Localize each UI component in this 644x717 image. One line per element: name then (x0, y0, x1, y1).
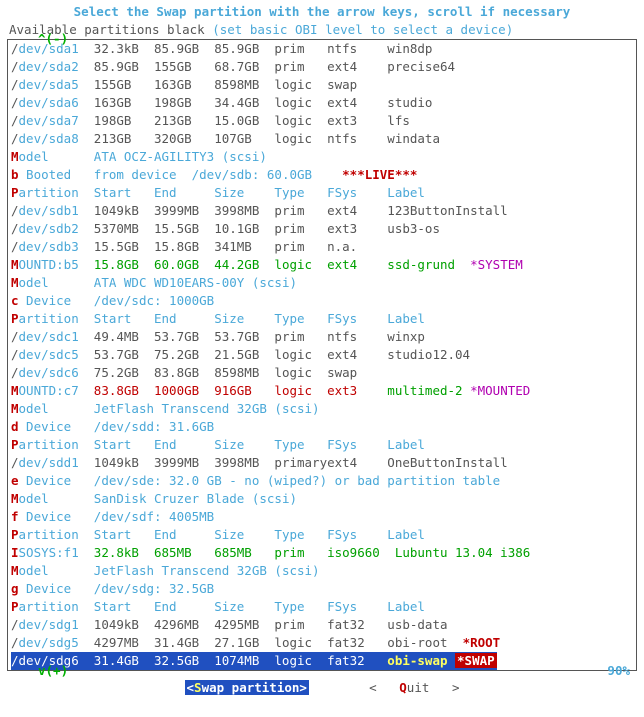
device-row: f Device /dev/sdf: 4005MB (11, 508, 633, 526)
device-row: e Device /dev/sde: 32.0 GB - no (wiped?)… (11, 472, 633, 490)
mounted-row: MOUNTD:b5 15.8GB 60.0GB 44.2GB logic ext… (11, 256, 633, 274)
partition-row[interactable]: /dev/sda5 155GB 163GB 8598MB logic swap (11, 76, 633, 94)
subtitle: Available partitions black (set basic OB… (3, 21, 641, 39)
angle-left-icon: < (187, 680, 195, 695)
partition-row[interactable]: /dev/sda6 163GB 198GB 34.4GB logic ext4 … (11, 94, 633, 112)
column-headers: Partition Start End Size Type FSys Label (11, 526, 633, 544)
quit-button[interactable]: < Quit > (369, 680, 459, 695)
angle-right-icon: > (452, 680, 460, 695)
partition-row[interactable]: /dev/sdd1 1049kB 3999MB 3998MB primaryex… (11, 454, 633, 472)
device-row: d Device /dev/sdd: 31.6GB (11, 418, 633, 436)
model-row: Model JetFlash Transcend 32GB (scsi) (11, 562, 633, 580)
partition-row[interactable]: /dev/sdb2 5370MB 15.5GB 10.1GB prim ext3… (11, 220, 633, 238)
scroll-up-indicator[interactable]: ^(-) (38, 30, 68, 48)
partition-row[interactable]: /dev/sdb1 1049kB 3999MB 3998MB prim ext4… (11, 202, 633, 220)
partition-row[interactable]: /dev/sdc1 49.4MB 53.7GB 53.7GB prim ntfs… (11, 328, 633, 346)
selected-partition-row[interactable]: /dev/sdg6 31.4GB 32.5GB 1074MB logic fat… (11, 652, 633, 670)
button-bar: <Swap partition> < Quit > (3, 679, 641, 697)
partition-list-frame: ^(-) /dev/sda1 32.3kB 85.9GB 85.9GB prim… (7, 39, 637, 671)
angle-left-icon: < (369, 680, 377, 695)
swap-partition-button[interactable]: <Swap partition> (185, 680, 309, 695)
partition-row[interactable]: /dev/sda7 198GB 213GB 15.0GB logic ext3 … (11, 112, 633, 130)
model-row: Model ATA WDC WD10EARS-00Y (scsi) (11, 274, 633, 292)
partition-row[interactable]: /dev/sda1 32.3kB 85.9GB 85.9GB prim ntfs… (11, 40, 633, 58)
hotkey-s: S (194, 680, 202, 695)
subtitle-hint: (set basic OBI level to select a device) (212, 22, 513, 37)
column-headers: Partition Start End Size Type FSys Label (11, 184, 633, 202)
quit-label-rest: uit (407, 680, 430, 695)
model-row: Model JetFlash Transcend 32GB (scsi) (11, 400, 633, 418)
device-row: g Device /dev/sdg: 32.5GB (11, 580, 633, 598)
partition-row[interactable]: /dev/sdc5 53.7GB 75.2GB 21.5GB logic ext… (11, 346, 633, 364)
partition-row[interactable]: /dev/sda2 85.9GB 155GB 68.7GB prim ext4 … (11, 58, 633, 76)
scroll-percent: 90% (607, 662, 630, 680)
column-headers: Partition Start End Size Type FSys Label (11, 436, 633, 454)
model-row: Model ATA OCZ-AGILITY3 (scsi) (11, 148, 633, 166)
hotkey-q: Q (399, 680, 407, 695)
device-row: c Device /dev/sdc: 1000GB (11, 292, 633, 310)
angle-right-icon: > (299, 680, 307, 695)
partition-row[interactable]: /dev/sda8 213GB 320GB 107GB logic ntfs w… (11, 130, 633, 148)
page-title: Select the Swap partition with the arrow… (3, 3, 641, 21)
iso-row: ISOSYS:f1 32.8kB 685MB 685MB prim iso966… (11, 544, 633, 562)
partition-row[interactable]: /dev/sdc6 75.2GB 83.8GB 8598MB logic swa… (11, 364, 633, 382)
model-row: Model SanDisk Cruzer Blade (scsi) (11, 490, 633, 508)
swap-label-rest: wap partition (202, 680, 300, 695)
mounted-row: MOUNTD:c7 83.8GB 1000GB 916GB logic ext3… (11, 382, 633, 400)
partition-row[interactable]: /dev/sdg1 1049kB 4296MB 4295MB prim fat3… (11, 616, 633, 634)
booted-row: b Booted from device /dev/sdb: 60.0GB **… (11, 166, 633, 184)
partition-row[interactable]: /dev/sdb3 15.5GB 15.8GB 341MB prim n.a. (11, 238, 633, 256)
column-headers: Partition Start End Size Type FSys Label (11, 598, 633, 616)
partition-row[interactable]: /dev/sdg5 4297MB 31.4GB 27.1GB logic fat… (11, 634, 633, 652)
scroll-down-indicator[interactable]: v(+) (38, 662, 68, 680)
column-headers: Partition Start End Size Type FSys Label (11, 310, 633, 328)
